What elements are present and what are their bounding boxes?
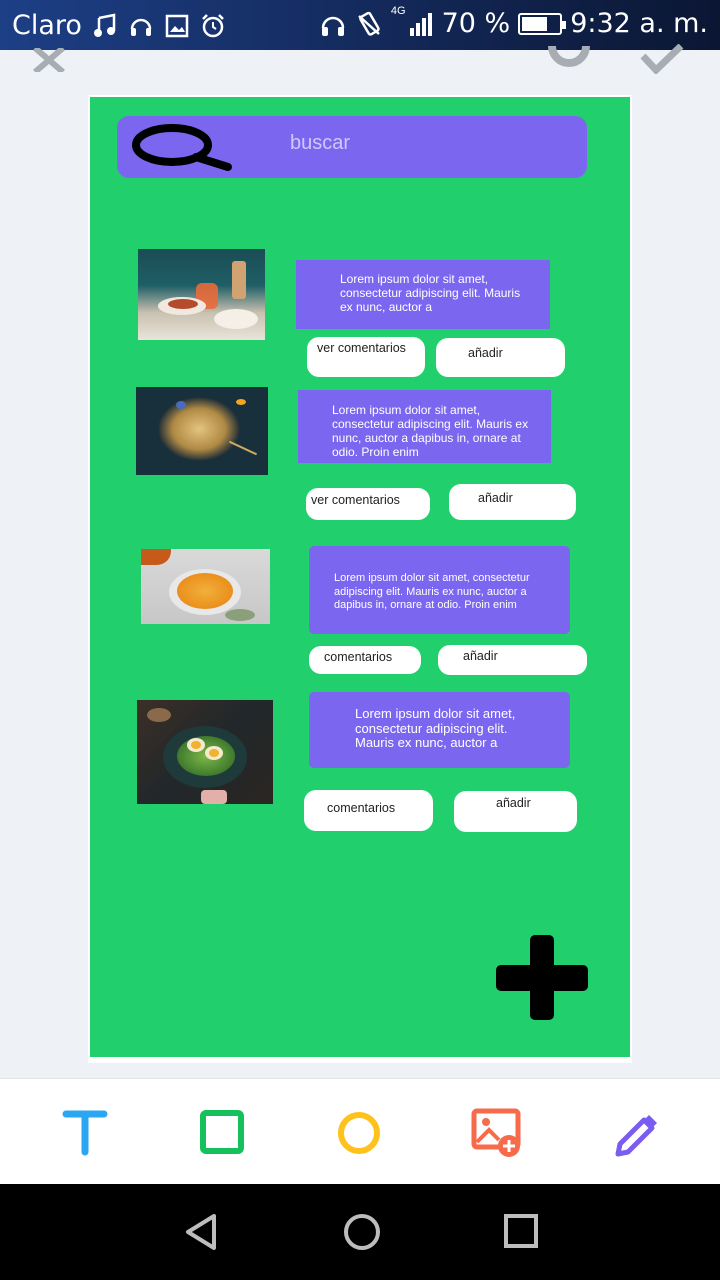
home-icon[interactable]: [340, 1210, 384, 1254]
back-icon[interactable]: [180, 1210, 224, 1254]
text-tool-icon[interactable]: [62, 1108, 112, 1158]
gallery-icon: [165, 14, 189, 37]
pencil-tool-icon[interactable]: [612, 1108, 662, 1158]
item-description-2: Lorem ipsum dolor sit amet, consectetur …: [298, 390, 551, 463]
comments-button-2[interactable]: ver comentarios: [306, 488, 430, 520]
carrier-name: Claro: [12, 10, 82, 41]
undo-icon[interactable]: [546, 42, 592, 74]
add-image-tool-icon[interactable]: [471, 1108, 521, 1158]
battery-level: [522, 16, 548, 31]
vibrate-icon: [358, 11, 380, 36]
check-icon[interactable]: [640, 44, 684, 74]
circle-tool-icon[interactable]: [335, 1108, 385, 1158]
add-button-2[interactable]: añadir: [449, 484, 576, 520]
add-item-button[interactable]: [496, 935, 588, 1020]
food-image-3: [141, 549, 270, 624]
alarm-icon: [202, 13, 224, 37]
music-icon: [93, 12, 116, 37]
comments-button-4[interactable]: comentarios: [304, 790, 433, 831]
item-description-4: Lorem ipsum dolor sit amet, consectetur …: [309, 692, 570, 768]
rectangle-tool-icon[interactable]: [198, 1108, 248, 1158]
add-button-3[interactable]: añadir: [438, 645, 587, 675]
close-icon[interactable]: [32, 48, 66, 72]
editor-top-actions: [0, 40, 720, 80]
clock: 9:32 a. m.: [570, 8, 708, 39]
item-description-1: Lorem ipsum dolor sit amet, consectetur …: [296, 260, 550, 329]
search-icon: [132, 124, 232, 171]
comments-button-3[interactable]: comentarios: [309, 646, 421, 674]
battery-icon: [518, 12, 567, 35]
add-button-1[interactable]: añadir: [436, 338, 565, 377]
battery-percent: 70 %: [441, 8, 511, 39]
food-image-1: [138, 249, 265, 340]
headset-icon: [130, 18, 152, 36]
signal-icon: [409, 12, 432, 36]
network-type: 4G: [390, 5, 406, 17]
food-image-2: [136, 387, 268, 475]
add-button-4[interactable]: añadir: [454, 791, 577, 832]
item-description-3: Lorem ipsum dolor sit amet, consectetur …: [309, 546, 570, 634]
comments-button-1[interactable]: ver comentarios: [307, 337, 425, 377]
search-placeholder[interactable]: buscar: [290, 132, 350, 155]
headphones-icon: [321, 16, 345, 36]
food-image-4: [137, 700, 273, 804]
recents-icon[interactable]: [500, 1210, 544, 1254]
